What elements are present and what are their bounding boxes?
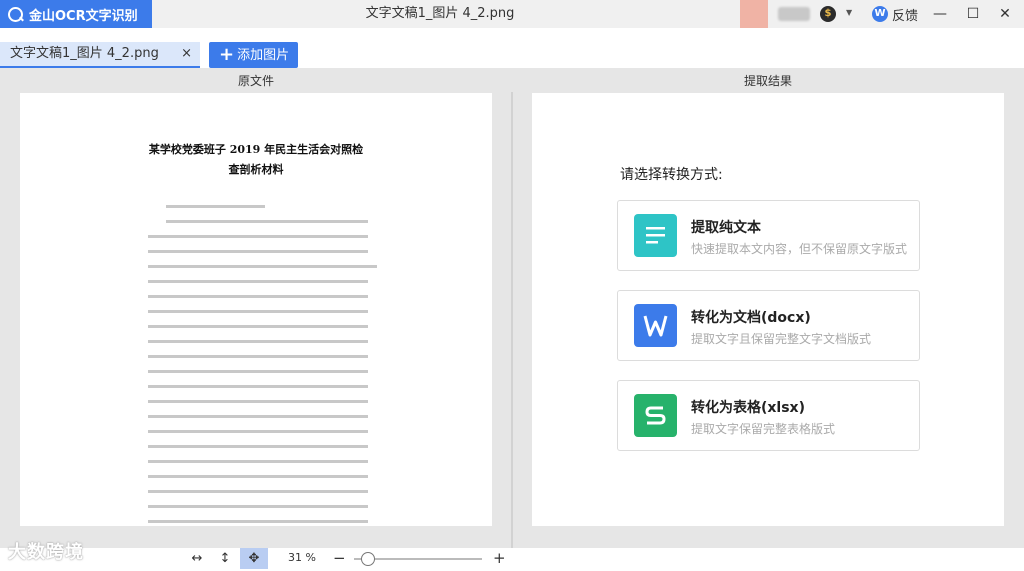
watermark: 大数跨境	[8, 542, 84, 563]
document-text-line	[148, 430, 368, 433]
bottom-toolbar: 大数跨境 ↔ ↕ ✥ 31 % − +	[0, 542, 1024, 571]
zoom-out-button[interactable]: −	[333, 548, 346, 568]
document-text-line	[148, 520, 368, 523]
minimize-button[interactable]: —	[930, 4, 950, 24]
zoom-in-button[interactable]: +	[493, 548, 506, 568]
option-xlsx-description: 提取文字保留完整表格版式	[691, 422, 836, 436]
document-text-line	[148, 355, 368, 358]
option-plain-text-title: 提取纯文本	[691, 220, 761, 236]
option-xlsx[interactable]: 转化为表格(xlsx) 提取文字保留完整表格版式	[617, 380, 920, 451]
option-docx-description: 提取文字且保留完整文字文档版式	[691, 332, 872, 346]
document-title: 文字文稿1_图片 4_2.png	[365, 6, 515, 21]
document-text-line	[148, 490, 368, 493]
pane-splitter[interactable]	[511, 92, 513, 548]
feedback-icon: W	[872, 6, 888, 22]
tab-row: 文字文稿1_图片 4_2.png × + 添加图片	[0, 28, 1024, 68]
avatar[interactable]	[740, 0, 768, 28]
document-text-line	[148, 400, 368, 403]
original-document-preview[interactable]: 某学校党委班子 2019 年民主生活会对照检 查剖析材料	[20, 93, 492, 526]
option-docx-title: 转化为文档(docx)	[691, 310, 811, 326]
document-body	[148, 205, 377, 535]
document-text-line	[148, 265, 377, 268]
word-doc-icon	[634, 304, 677, 347]
zoom-slider-thumb[interactable]	[361, 552, 375, 566]
document-text-line	[148, 505, 368, 508]
document-text-line	[148, 280, 368, 283]
option-xlsx-title: 转化为表格(xlsx)	[691, 400, 805, 416]
result-pane: 请选择转换方式: 提取纯文本 快速提取本文内容，但不保留原文字版式 转化为文档(…	[532, 93, 1004, 526]
fit-width-icon[interactable]: ↔	[183, 548, 211, 569]
document-text-line	[148, 295, 368, 298]
fit-height-icon[interactable]: ↕	[211, 548, 239, 569]
maximize-button[interactable]: ☐	[963, 4, 983, 24]
chevron-down-icon[interactable]: ▼	[846, 8, 852, 17]
add-image-button[interactable]: + 添加图片	[209, 42, 298, 68]
workspace: 原文件 提取结果 某学校党委班子 2019 年民主生活会对照检 查剖析材料 请选…	[0, 68, 1024, 548]
document-text-line	[166, 205, 265, 208]
zoom-level: 31 %	[288, 551, 316, 564]
document-text-line	[148, 235, 368, 238]
pan-tool-icon[interactable]: ✥	[240, 548, 268, 569]
document-text-line	[148, 445, 368, 448]
coin-icon[interactable]: $	[820, 6, 836, 22]
document-heading-line2: 查剖析材料	[228, 163, 284, 176]
text-lines-icon	[634, 214, 677, 257]
document-text-line	[148, 385, 368, 388]
feedback-label: 反馈	[892, 8, 919, 24]
close-window-button[interactable]: ✕	[995, 4, 1015, 24]
document-text-line	[166, 220, 369, 223]
ocr-logo-icon	[8, 6, 23, 22]
file-tab[interactable]: 文字文稿1_图片 4_2.png ×	[0, 42, 200, 68]
close-tab-icon[interactable]: ×	[181, 42, 192, 66]
option-plain-text[interactable]: 提取纯文本 快速提取本文内容，但不保留原文字版式	[617, 200, 920, 271]
document-text-line	[148, 475, 368, 478]
document-text-line	[148, 460, 368, 463]
document-heading-line1: 某学校党委班子 2019 年民主生活会对照检	[148, 143, 364, 156]
document-text-line	[148, 370, 368, 373]
title-bar: 金山OCR文字识别 文字文稿1_图片 4_2.png $ ▼ W 反馈 — ☐ …	[0, 0, 1024, 28]
document-text-line	[148, 325, 368, 328]
conversion-prompt: 请选择转换方式:	[620, 167, 723, 183]
option-docx[interactable]: 转化为文档(docx) 提取文字且保留完整文字文档版式	[617, 290, 920, 361]
app-brand: 金山OCR文字识别	[0, 0, 152, 28]
file-tab-label: 文字文稿1_图片 4_2.png	[10, 46, 159, 61]
spreadsheet-icon	[634, 394, 677, 437]
document-text-line	[148, 310, 368, 313]
option-plain-text-description: 快速提取本文内容，但不保留原文字版式	[691, 242, 908, 256]
document-text-line	[148, 250, 368, 253]
result-pane-label: 提取结果	[743, 74, 792, 88]
plus-icon: +	[219, 44, 235, 65]
document-text-line	[148, 415, 368, 418]
add-image-label: 添加图片	[237, 48, 290, 63]
app-name: 金山OCR文字识别	[29, 8, 138, 24]
document-text-line	[148, 340, 368, 343]
feedback-button[interactable]: W 反馈	[872, 4, 918, 24]
original-pane-label: 原文件	[237, 74, 274, 88]
user-name[interactable]	[778, 7, 810, 21]
